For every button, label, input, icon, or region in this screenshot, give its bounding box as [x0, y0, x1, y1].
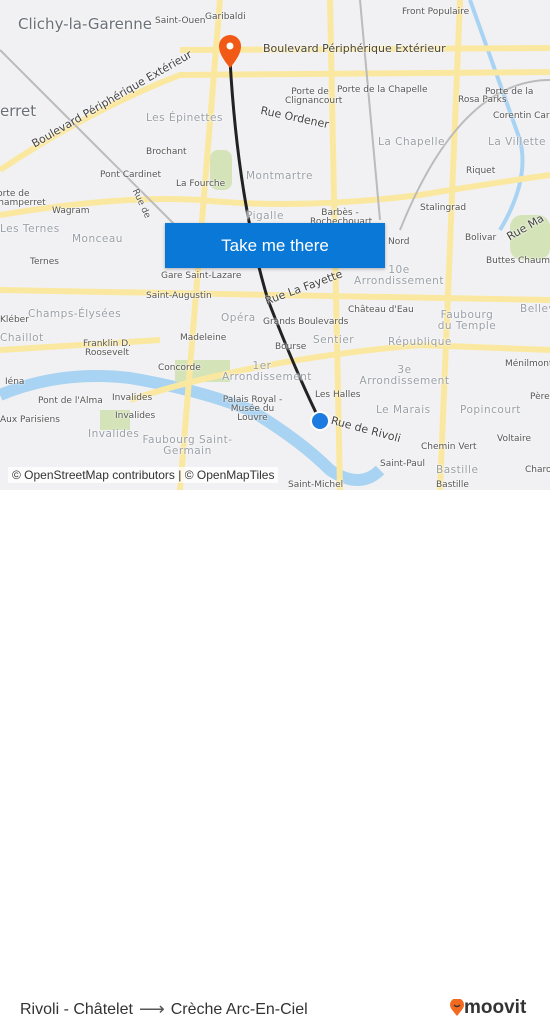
map-label: Saint-Ouen — [155, 16, 206, 26]
map-label: Faubourg du Temple — [437, 309, 497, 332]
map-label: Corentin Cariou — [493, 111, 550, 121]
map-label: Opéra — [221, 312, 256, 324]
map-label: Buttes Chaumont — [486, 256, 550, 266]
map-attribution[interactable]: © OpenStreetMap contributors | © OpenMap… — [8, 467, 279, 483]
map-label: Riquet — [466, 166, 496, 176]
map-label: Front Populaire — [402, 7, 470, 17]
origin-dot — [310, 411, 330, 431]
map-label: Wagram — [52, 206, 90, 216]
map-label: La Fourche — [176, 179, 226, 189]
map-label: Montmartre — [246, 170, 313, 182]
map-label: Saint-Augustin — [146, 291, 212, 301]
map-label: Bastille — [436, 480, 469, 490]
destination-name: Crèche Arc-En-Ciel — [170, 1000, 308, 1018]
map-label: Ménilmontant — [505, 359, 550, 369]
destination-pin-icon — [219, 35, 241, 68]
map-label: Porte de Clignancourt — [285, 87, 343, 106]
take-me-there-button[interactable]: Take me there — [165, 223, 385, 268]
map-label: Saint-Paul — [380, 459, 425, 469]
map-label: Ternes — [30, 257, 59, 267]
map-label: Popincourt — [460, 404, 521, 416]
map-label: Chaillot — [0, 332, 44, 344]
map-label: Palais Royal - Musée du Louvre — [222, 395, 283, 423]
map-label: Brochant — [146, 147, 187, 157]
map-label: Belleville — [520, 303, 550, 315]
map-label: Pont de l'Alma — [38, 396, 103, 406]
map-label: Faubourg Saint-Germain — [142, 434, 233, 457]
moovit-wordmark: moovit — [464, 997, 527, 1018]
map-label: Stalingrad — [420, 203, 467, 213]
map-label: Pigalle — [246, 210, 284, 222]
map-label: Aux Parisiens — [0, 415, 60, 425]
map-label: 3e Arrondissement — [359, 364, 450, 387]
map-label: Invalides — [112, 393, 153, 403]
map-label: La Villette — [488, 136, 546, 148]
map-label: erret — [0, 102, 37, 120]
map-label: Boulevard Périphérique Extérieur — [263, 42, 446, 55]
map-label: Les Ternes — [0, 223, 60, 235]
map-label: Château d'Eau — [348, 305, 414, 315]
map-label: Madeleine — [180, 333, 227, 343]
map-label: Bolivar — [465, 233, 497, 243]
map-label: Les Halles — [315, 390, 361, 400]
map-label: Le Marais — [376, 404, 431, 416]
map-label: Porte de la — [485, 87, 534, 97]
map-label: Invalides — [115, 411, 156, 421]
map-label: Sentier — [313, 334, 355, 346]
map-label: Saint-Michel — [288, 480, 344, 490]
map-label: Les Épinettes — [146, 112, 223, 124]
map-label: République — [388, 336, 452, 348]
map-label: Iéna — [5, 377, 25, 387]
map-label: Pont Cardinet — [100, 170, 162, 180]
moovit-logo: moovit — [450, 997, 526, 1019]
map-label: Kléber — [0, 315, 29, 325]
map-label: Monceau — [72, 233, 123, 245]
map-label: Franklin D. Roosevelt — [82, 339, 131, 358]
map-label: Clichy-la-Garenne — [18, 15, 153, 33]
map-label: Porte de la Chapelle — [337, 85, 428, 95]
map-label: 10e Arrondissement — [354, 264, 444, 287]
map-label: 1er Arrondissement — [222, 360, 312, 383]
origin-name: Rivoli - Châtelet — [20, 1000, 133, 1018]
bottom-bar: Rivoli - Châtelet ⟶ Crèche Arc-En-Ciel m… — [0, 490, 550, 1019]
map-label: Champs-Élysées — [28, 308, 122, 320]
map-label: Rosa Parks — [458, 95, 507, 105]
map-label: Grands Boulevards — [263, 317, 349, 327]
trip-summary: Rivoli - Châtelet ⟶ Crèche Arc-En-Ciel — [20, 999, 308, 1020]
map-label: La Chapelle — [378, 136, 445, 148]
moovit-pin-icon — [450, 999, 464, 1016]
map-label: Garibaldi — [205, 12, 246, 22]
map-label: Concorde — [158, 363, 201, 373]
arrow-right-icon: ⟶ — [138, 999, 165, 1019]
map-label: Gare Saint-Lazare — [161, 271, 242, 281]
map-label: Voltaire — [497, 434, 532, 444]
map-label: Père — [530, 392, 550, 402]
map-label: Bastille — [436, 464, 479, 476]
map-label: Nord — [388, 237, 410, 247]
map-label: Chemin Vert — [421, 442, 477, 452]
map-label: Porte de Champerret — [0, 189, 46, 208]
map-label: Invalides — [88, 428, 140, 440]
map-label: Charonne — [525, 465, 550, 475]
map-label: Bourse — [275, 342, 307, 352]
map[interactable]: Clichy-la-Garenne Saint-Ouen Garibaldi F… — [0, 0, 550, 490]
